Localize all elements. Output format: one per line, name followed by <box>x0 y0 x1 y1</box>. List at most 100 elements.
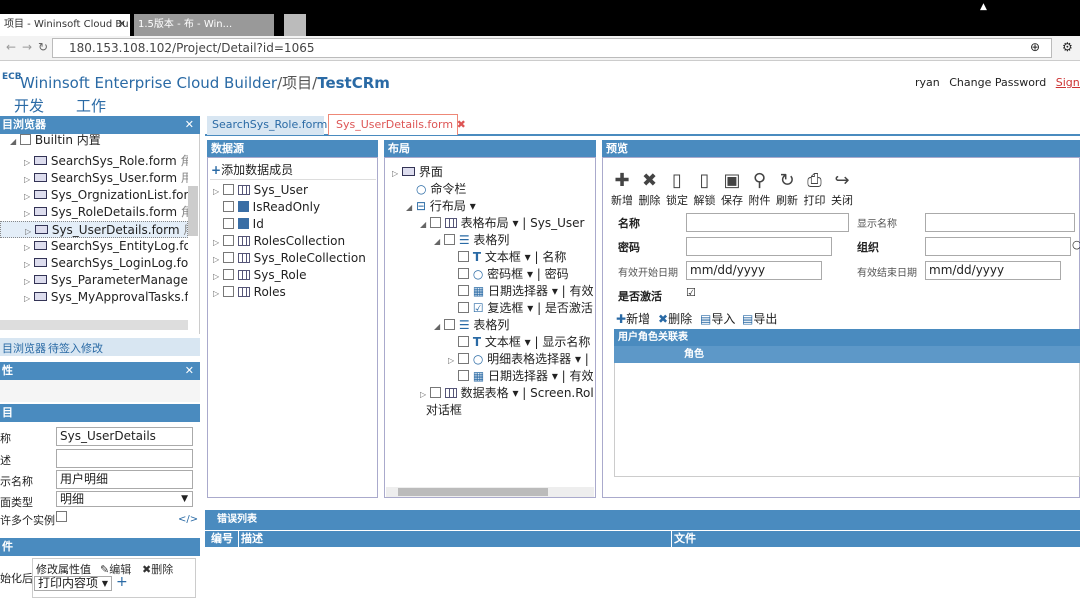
expand-icon[interactable]: ▷ <box>25 223 35 237</box>
checkbox[interactable] <box>430 217 441 228</box>
checkbox[interactable] <box>458 353 469 364</box>
prop-type-select[interactable]: 明细 ▼ <box>56 491 193 507</box>
expand-icon[interactable]: ▷ <box>420 386 430 402</box>
close-icon[interactable]: ✖ <box>457 118 466 131</box>
valid-start-input[interactable]: mm/dd/yyyy <box>686 261 822 280</box>
expand-icon[interactable] <box>448 369 458 385</box>
valid-end-input[interactable]: mm/dd/yyyy <box>925 261 1061 280</box>
checkbox[interactable] <box>223 269 234 280</box>
expand-icon[interactable]: ◢ <box>406 199 416 215</box>
expand-icon[interactable] <box>213 200 223 216</box>
tab-pending[interactable]: 待签入修改 <box>48 340 103 356</box>
grid-add-button[interactable]: ✚新增 <box>616 310 650 327</box>
doc-tab[interactable]: SearchSys_Role.form ✖ <box>207 116 340 135</box>
checkbox[interactable] <box>444 319 455 330</box>
checkbox[interactable] <box>223 184 234 195</box>
expand-icon[interactable] <box>448 267 458 283</box>
layout-node[interactable]: T 文本框 ▾ | 名称 <box>448 249 594 266</box>
datasource-item[interactable]: ▷ Roles <box>213 284 373 301</box>
tree-item[interactable]: ▷ Sys_RoleDetails.form 角色 <box>0 204 188 221</box>
expand-icon[interactable] <box>448 335 458 351</box>
prop-desc-input[interactable] <box>56 449 193 468</box>
browser-tab[interactable]: 1.5版本 - 布 - Win... <box>134 14 274 36</box>
datasource-item[interactable]: IsReadOnly <box>213 199 373 216</box>
checkbox[interactable] <box>458 370 469 381</box>
tree-item[interactable]: ▷ SearchSys_EntityLog.form <box>0 238 188 255</box>
expand-icon[interactable]: ▷ <box>24 290 34 306</box>
expand-icon[interactable] <box>406 182 416 198</box>
change-password-link[interactable]: Change Password <box>949 76 1046 89</box>
checkbox[interactable] <box>458 285 469 296</box>
save-button[interactable]: ▣ 保存 <box>718 170 746 208</box>
zoom-icon[interactable]: ⊕ <box>1030 40 1040 54</box>
add-member-button[interactable]: +添加数据成员 <box>211 161 293 178</box>
expand-icon[interactable] <box>448 250 458 266</box>
expand-icon[interactable]: ▷ <box>392 165 402 181</box>
checkbox[interactable] <box>444 234 455 245</box>
checkbox[interactable] <box>223 201 234 212</box>
window-control-icon[interactable]: ▲ <box>980 2 987 12</box>
expand-icon[interactable]: ▷ <box>24 273 34 289</box>
refresh-button[interactable]: ↻ 刷新 <box>773 170 801 208</box>
multi-instance-checkbox[interactable] <box>56 511 67 522</box>
close-icon[interactable]: ✕ <box>185 116 194 134</box>
expand-icon[interactable]: ▷ <box>213 268 223 284</box>
menu-dev[interactable]: 开发 <box>14 95 44 116</box>
expand-icon[interactable] <box>412 403 422 419</box>
menu-work[interactable]: 工作 <box>76 95 106 116</box>
settings-icon[interactable]: ⚙ <box>1062 40 1073 54</box>
prop-name-input[interactable]: Sys_UserDetails <box>56 427 193 446</box>
new-tab-button[interactable] <box>284 14 306 36</box>
expand-icon[interactable]: ▷ <box>24 239 34 255</box>
doc-tab-active[interactable]: Sys_UserDetails.form ✖ <box>328 114 466 135</box>
print-select[interactable]: 打印内容项 ▼ <box>34 576 112 591</box>
expand-icon[interactable]: ▷ <box>213 183 223 199</box>
tree-item[interactable]: ▷ Sys_OrgnizationList.form <box>0 187 188 204</box>
tree-item[interactable]: ▷ SearchSys_User.form 用户 <box>0 170 188 187</box>
layout-node[interactable]: 对话框 <box>412 402 594 419</box>
delete-button[interactable]: ✖ 删除 <box>636 170 664 208</box>
scrollbar[interactable] <box>188 186 198 236</box>
checkbox[interactable] <box>430 387 441 398</box>
unlock-button[interactable]: ▯ 解锁 <box>691 170 719 208</box>
layout-node[interactable]: ▦ 日期选择器 ▾ | 有效 <box>448 368 594 385</box>
datasource-item[interactable]: ▷ Sys_User <box>213 182 373 199</box>
checkbox[interactable] <box>458 251 469 262</box>
expand-icon[interactable]: ▷ <box>213 285 223 301</box>
expand-icon[interactable]: ▷ <box>213 251 223 267</box>
expand-icon[interactable]: ▷ <box>24 256 34 272</box>
close-icon[interactable]: ✕ <box>185 362 194 380</box>
checkbox[interactable] <box>223 218 234 229</box>
tree-item[interactable]: ▷ Sys_UserDetails.form 用户 <box>0 221 188 238</box>
layout-node[interactable]: ○ 密码框 ▾ | 密码 <box>448 266 594 283</box>
code-icon[interactable]: </> <box>178 514 198 525</box>
checkbox[interactable] <box>458 268 469 279</box>
browser-tab[interactable]: 项目 - Wininsoft Cloud Bu ✕ <box>0 14 130 36</box>
layout-node[interactable]: T 文本框 ▾ | 显示名称 <box>448 334 594 351</box>
tree-item[interactable]: ▷ SearchSys_LoginLog.form <box>0 255 188 272</box>
layout-node[interactable]: ◢ ⊟ 行布局 ▾ <box>406 198 594 215</box>
import-button[interactable]: ▤导入 <box>700 310 735 327</box>
expand-icon[interactable]: ▷ <box>24 154 34 170</box>
layout-node[interactable]: ▷ 界面 <box>392 164 594 181</box>
expand-icon[interactable]: ◢ <box>434 233 444 249</box>
org-input[interactable] <box>925 237 1071 256</box>
expand-icon[interactable] <box>448 284 458 300</box>
expand-icon[interactable]: ▷ <box>213 234 223 250</box>
datasource-item[interactable]: ▷ RolesCollection <box>213 233 373 250</box>
checkbox[interactable] <box>458 336 469 347</box>
close-icon[interactable]: ✕ <box>118 14 126 36</box>
checkbox[interactable] <box>223 235 234 246</box>
tree-item[interactable]: ▷ Sys_MyApprovalTasks.form <box>0 289 188 306</box>
layout-node[interactable]: ◢ ☰ 表格列 <box>434 232 594 249</box>
checkbox[interactable] <box>458 302 469 313</box>
layout-node[interactable]: ☑ 复选框 ▾ | 是否激活 <box>448 300 594 317</box>
url-field[interactable]: 180.153.108.102/Project/Detail?id=1065 <box>52 38 1052 58</box>
add-icon[interactable]: + <box>116 574 128 590</box>
reload-icon[interactable]: ↻ <box>38 40 48 54</box>
active-checkbox[interactable]: ☑ <box>686 286 696 299</box>
expand-icon[interactable]: ▷ <box>448 352 458 368</box>
delete-link[interactable]: ✖删除 <box>142 561 173 577</box>
expand-icon[interactable]: ▷ <box>24 171 34 187</box>
tree-item[interactable]: ▷ SearchSys_Role.form 角色 <box>0 153 188 170</box>
